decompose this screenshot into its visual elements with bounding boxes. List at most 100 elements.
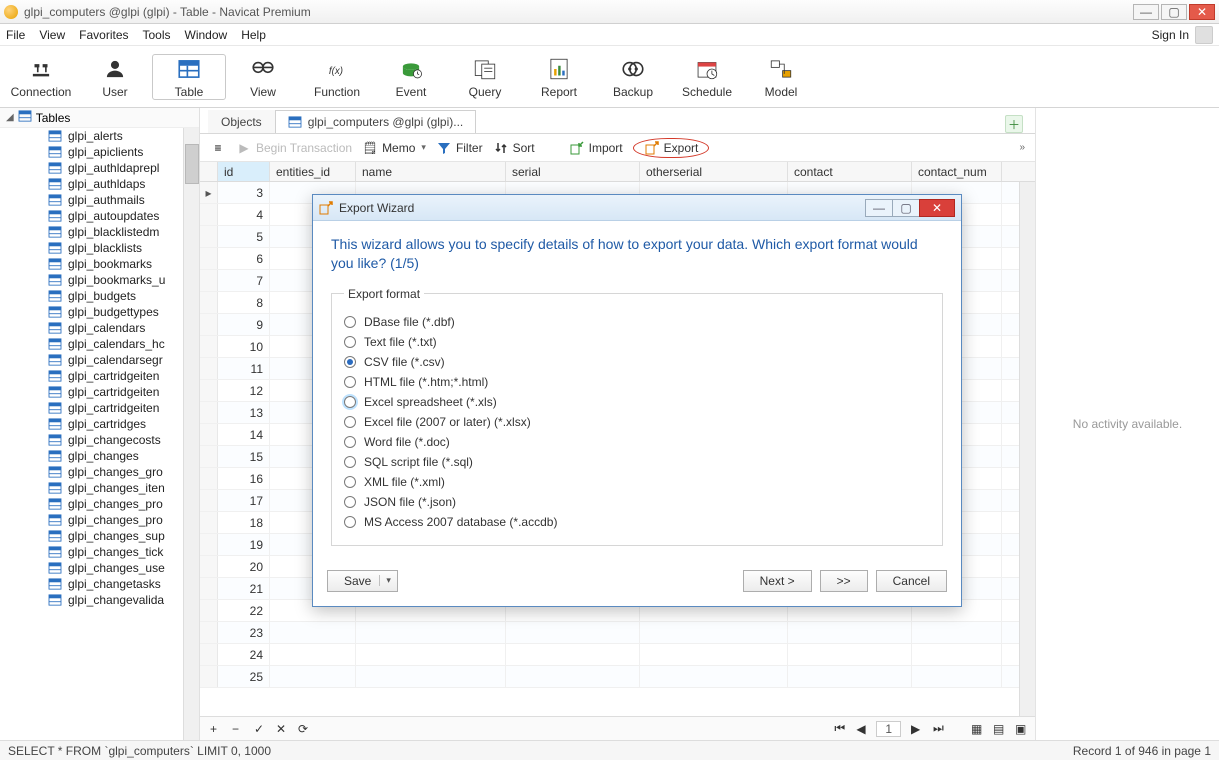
column-header-id[interactable]: id <box>218 162 270 181</box>
nav-table-item[interactable]: glpi_cartridgeiten <box>0 384 199 400</box>
nav-table-item[interactable]: glpi_cartridgeiten <box>0 368 199 384</box>
cell-id[interactable]: 4 <box>218 204 270 225</box>
column-header-entities[interactable]: entities_id <box>270 162 356 181</box>
grid-scrollbar-vertical[interactable] <box>1019 182 1035 716</box>
ribbon-model[interactable]: Model <box>744 55 818 99</box>
cell-id[interactable]: 20 <box>218 556 270 577</box>
cell-id[interactable]: 17 <box>218 490 270 511</box>
ribbon-report[interactable]: Report <box>522 55 596 99</box>
nav-tables-node[interactable]: ◢ Tables <box>0 108 199 128</box>
hamburger-icon[interactable]: ≡ <box>210 140 226 156</box>
cell-id[interactable]: 14 <box>218 424 270 445</box>
menu-view[interactable]: View <box>39 28 65 42</box>
next-page-button[interactable]: ▶ <box>909 722 923 736</box>
export-format-option[interactable]: MS Access 2007 database (*.accdb) <box>344 515 930 529</box>
ribbon-event[interactable]: Event <box>374 55 448 99</box>
nav-table-item[interactable]: glpi_calendarsegr <box>0 352 199 368</box>
column-header-contactnum[interactable]: contact_num <box>912 162 1002 181</box>
export-format-option[interactable]: HTML file (*.htm;*.html) <box>344 375 930 389</box>
prev-page-button[interactable]: ◀ <box>854 722 868 736</box>
cell-id[interactable]: 10 <box>218 336 270 357</box>
cancel-button[interactable]: Cancel <box>876 570 947 592</box>
cell-id[interactable]: 5 <box>218 226 270 247</box>
signin-link[interactable]: Sign In <box>1152 28 1189 42</box>
cell-id[interactable]: 13 <box>218 402 270 423</box>
nav-table-item[interactable]: glpi_bookmarks_u <box>0 272 199 288</box>
column-header-contact[interactable]: contact <box>788 162 912 181</box>
cell-id[interactable]: 19 <box>218 534 270 555</box>
detail-view-toggle[interactable]: ▣ <box>1013 722 1027 736</box>
nav-table-item[interactable]: glpi_changetasks <box>0 576 199 592</box>
cell-id[interactable]: 15 <box>218 446 270 467</box>
cell-id[interactable]: 6 <box>218 248 270 269</box>
table-row[interactable]: 24 <box>200 644 1035 666</box>
column-header-name[interactable]: name <box>356 162 506 181</box>
menu-favorites[interactable]: Favorites <box>79 28 128 42</box>
nav-table-item[interactable]: glpi_changevalida <box>0 592 199 608</box>
nav-table-item[interactable]: glpi_cartridges <box>0 416 199 432</box>
sort-button[interactable]: Sort <box>493 140 535 156</box>
ribbon-user[interactable]: User <box>78 55 152 99</box>
menu-help[interactable]: Help <box>241 28 266 42</box>
cell-id[interactable]: 16 <box>218 468 270 489</box>
memo-button[interactable]: 🗒Memo▾ <box>362 140 426 156</box>
more-actions-icon[interactable]: » <box>1019 142 1025 153</box>
last-page-button[interactable]: ⏭ <box>931 721 945 736</box>
delete-row-button[interactable]: − <box>230 722 244 736</box>
export-format-option[interactable]: CSV file (*.csv) <box>344 355 930 369</box>
ribbon-function[interactable]: f(x)Function <box>300 55 374 99</box>
avatar-icon[interactable] <box>1195 26 1213 44</box>
column-header-otherserial[interactable]: otherserial <box>640 162 788 181</box>
nav-table-item[interactable]: glpi_changes_gro <box>0 464 199 480</box>
nav-table-item[interactable]: glpi_bookmarks <box>0 256 199 272</box>
tab-objects[interactable]: Objects <box>208 110 275 133</box>
dialog-close-button[interactable]: ✕ <box>919 199 955 217</box>
nav-table-item[interactable]: glpi_changes_tick <box>0 544 199 560</box>
new-tab-button[interactable]: ＋ <box>1005 115 1023 133</box>
commit-button[interactable]: ✓ <box>252 722 266 736</box>
menu-file[interactable]: File <box>6 28 25 42</box>
nav-table-item[interactable]: glpi_authmails <box>0 192 199 208</box>
export-format-option[interactable]: SQL script file (*.sql) <box>344 455 930 469</box>
export-format-option[interactable]: Text file (*.txt) <box>344 335 930 349</box>
nav-table-item[interactable]: glpi_authldaprepl <box>0 160 199 176</box>
nav-table-item[interactable]: glpi_changes_pro <box>0 512 199 528</box>
nav-table-item[interactable]: glpi_blacklists <box>0 240 199 256</box>
nav-table-item[interactable]: glpi_budgettypes <box>0 304 199 320</box>
nav-table-item[interactable]: glpi_budgets <box>0 288 199 304</box>
nav-table-item[interactable]: glpi_alerts <box>0 128 199 144</box>
nav-scrollbar[interactable] <box>183 128 199 740</box>
form-view-toggle[interactable]: ▤ <box>991 722 1005 736</box>
import-button[interactable]: Import <box>569 140 623 156</box>
ribbon-view[interactable]: View <box>226 55 300 99</box>
nav-table-item[interactable]: glpi_changes_pro <box>0 496 199 512</box>
nav-table-item[interactable]: glpi_calendars_hc <box>0 336 199 352</box>
cell-id[interactable]: 18 <box>218 512 270 533</box>
tab-current-table[interactable]: glpi_computers @glpi (glpi)... <box>275 110 477 133</box>
export-format-option[interactable]: Word file (*.doc) <box>344 435 930 449</box>
window-maximize-button[interactable]: ▢ <box>1161 4 1187 20</box>
cell-id[interactable]: 8 <box>218 292 270 313</box>
dialog-maximize-button[interactable]: ▢ <box>892 199 920 217</box>
nav-table-item[interactable]: glpi_blacklistedm <box>0 224 199 240</box>
nav-table-item[interactable]: glpi_changes_iten <box>0 480 199 496</box>
cell-id[interactable]: 21 <box>218 578 270 599</box>
cancel-edit-button[interactable]: ✕ <box>274 722 288 736</box>
cell-id[interactable]: 11 <box>218 358 270 379</box>
cell-id[interactable]: 3 <box>218 182 270 203</box>
ribbon-connection[interactable]: Connection <box>4 55 78 99</box>
table-row[interactable]: 23 <box>200 622 1035 644</box>
begin-transaction-button[interactable]: ▶ Begin Transaction <box>236 140 352 156</box>
nav-table-item[interactable]: glpi_changes_use <box>0 560 199 576</box>
save-profile-button[interactable]: Save▾ <box>327 570 398 592</box>
cell-id[interactable]: 24 <box>218 644 270 665</box>
nav-table-item[interactable]: glpi_changecosts <box>0 432 199 448</box>
column-header-serial[interactable]: serial <box>506 162 640 181</box>
ribbon-schedule[interactable]: Schedule <box>670 55 744 99</box>
filter-button[interactable]: Filter <box>436 140 483 156</box>
cell-id[interactable]: 22 <box>218 600 270 621</box>
export-format-option[interactable]: Excel spreadsheet (*.xls) <box>344 395 930 409</box>
cell-id[interactable]: 23 <box>218 622 270 643</box>
nav-table-item[interactable]: glpi_cartridgeiten <box>0 400 199 416</box>
window-minimize-button[interactable]: — <box>1133 4 1159 20</box>
